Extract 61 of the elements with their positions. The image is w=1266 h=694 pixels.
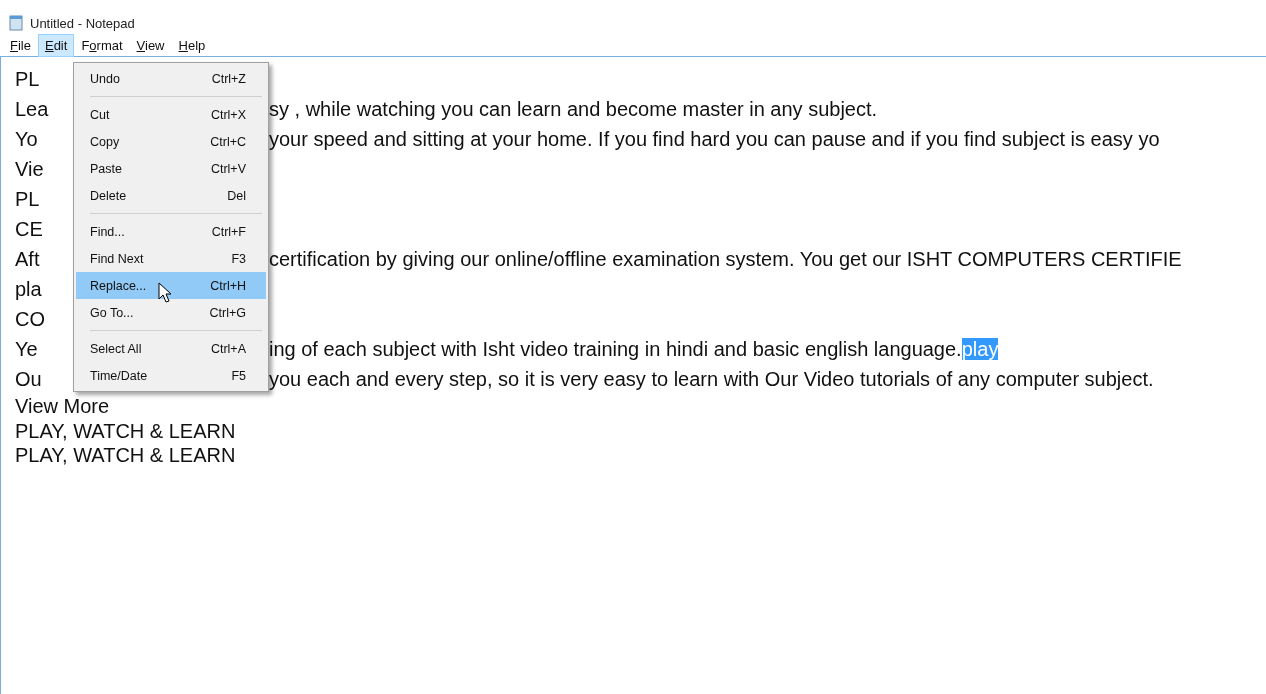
menu-item[interactable]: Paste Ctrl+V [76,155,266,182]
menu-item-label: Replace... [90,278,147,293]
menu-item-label: Copy [90,134,120,149]
menu-item[interactable]: Go To... Ctrl+G [76,299,266,326]
shortcut-label: Ctrl+F [211,224,246,239]
menu-item-label: Time/Date [90,368,148,383]
menu-item[interactable]: Replace... Ctrl+H [76,272,266,299]
text-line: PLAY, WATCH & LEARN [15,419,236,442]
menu-item[interactable]: Find Next F3 [76,245,266,272]
menu-item[interactable]: View [129,33,172,57]
text-line: CO [15,307,45,332]
menu-item[interactable]: Format [74,33,130,57]
text-line: pla [15,277,42,302]
text-line: your speed and sitting at your home. If you find hard you can pause and if you find subject is easy yo [269,128,1160,150]
menu-item-label: Go To... [90,305,134,320]
notepad-icon [8,15,24,31]
menu-item-label: Select All [90,341,142,356]
menu-item[interactable]: File [3,33,38,57]
shortcut-label: Ctrl+X [210,107,246,122]
menu-item-label: Find... [90,224,125,239]
shortcut-label: Ctrl+A [210,341,246,356]
menu-item[interactable]: Edit [37,33,75,57]
menu-item-label: Find Next [90,251,144,266]
mouse-pointer-icon [158,282,174,304]
window-title: Untitled - Notepad [30,15,135,31]
text-line: certification by giving our online/offline examination system. You get our ISHT COMPUTERS CERTIFIE [269,248,1182,270]
menu-item[interactable]: Undo Ctrl+Z [76,65,266,92]
text-line: Yo [15,127,38,152]
shortcut-label: Ctrl+V [210,161,246,176]
menu-item-label: Delete [90,188,127,203]
shortcut-label: Ctrl+Z [211,71,246,86]
selected-text: play [961,338,999,360]
shortcut-label: Ctrl+G [209,305,246,320]
menu-item[interactable]: Delete Del [76,182,266,209]
text-line: PLAY, WATCH & LEARN [15,444,236,466]
shortcut-label: F5 [231,368,246,383]
text-line: Ye [15,337,38,362]
menu-item[interactable]: Select All Ctrl+A [76,335,266,362]
text-line: PL [15,187,40,212]
menu-item[interactable]: Copy Ctrl+C [76,128,266,155]
text-line: View More [15,395,110,417]
text-line: sy , while watching you can learn and become master in any subject. [269,98,878,120]
text-line: Ou [15,367,42,392]
shortcut-label: Del [227,188,246,203]
menu-item[interactable]: Find... Ctrl+F [76,218,266,245]
text-line: Lea [15,97,49,122]
text-line: Aft [15,247,40,272]
text-line: Vie [15,157,44,182]
shortcut-label: Ctrl+H [210,278,246,293]
text-line: CE [15,217,43,242]
menu-item-label: Cut [90,107,110,122]
text-line: ing of each subject with Isht video training in hindi and basic english language. [269,338,962,360]
menu-item-label: Paste [90,161,122,176]
menu-item[interactable]: Cut Ctrl+X [76,101,266,128]
text-line: PL [15,67,40,92]
menu-item[interactable]: Time/Date F5 [76,362,266,389]
shortcut-label: F3 [231,251,246,266]
menu-item-label: Undo [90,71,120,86]
shortcut-label: Ctrl+C [210,134,246,149]
text-line: you each and every step, so it is very easy to learn with Our Video tutorials of any computer subject. [269,368,1154,390]
menu-item[interactable]: Help [171,33,213,57]
